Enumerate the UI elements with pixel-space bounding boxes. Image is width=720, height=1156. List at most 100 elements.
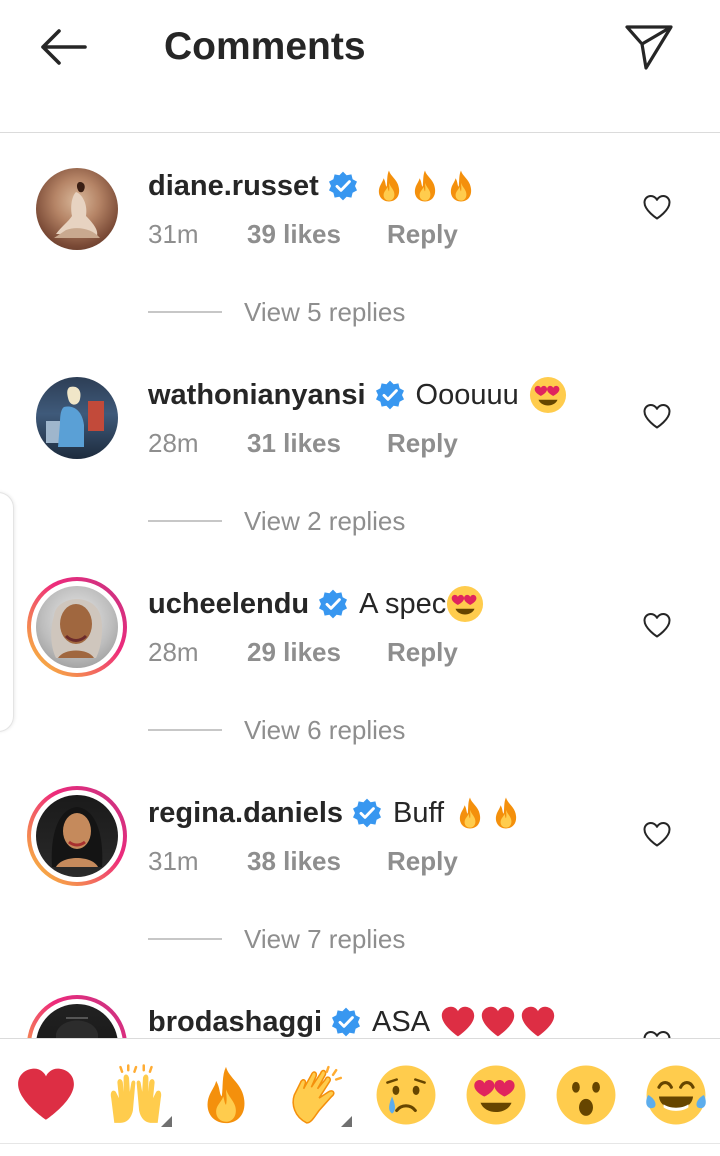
comment-item: diane.russet 31m 39 likes Reply View 5 r…	[0, 134, 720, 343]
clapping-hands-emoji-icon	[285, 1064, 347, 1126]
comment-likes-count[interactable]: 29 likes	[247, 637, 387, 668]
comment-item: regina.daniels Buff 31m 38 likes Reply V…	[0, 761, 720, 970]
heart-outline-icon	[642, 820, 672, 848]
reaction-heart-eyes[interactable]	[460, 1059, 532, 1131]
comment-item: wathonianyansi Ooouuu 28m 31 likes Reply…	[0, 343, 720, 552]
reaction-tears-of-joy[interactable]	[640, 1059, 712, 1131]
avatar	[36, 795, 118, 877]
view-replies-label: View 5 replies	[244, 296, 406, 327]
paper-plane-icon	[625, 25, 673, 70]
tears-of-joy-emoji-icon	[645, 1064, 707, 1126]
comment-timestamp: 28m	[148, 636, 199, 667]
reaction-clapping-hands[interactable]	[280, 1059, 352, 1131]
fire-emoji-icon	[490, 796, 522, 830]
comment-username[interactable]: brodashaggi	[148, 1006, 322, 1039]
replies-divider	[148, 729, 222, 731]
like-comment-button[interactable]	[640, 609, 674, 641]
header-bar: Comments	[0, 0, 720, 133]
skin-tone-indicator	[341, 1116, 352, 1127]
avatar	[36, 586, 118, 668]
reply-button[interactable]: Reply	[387, 219, 458, 250]
avatar-photo	[51, 807, 103, 867]
comment-username[interactable]: diane.russet	[148, 170, 319, 203]
heart-outline-icon	[642, 193, 672, 221]
raising-hands-emoji-icon	[105, 1064, 167, 1126]
avatar-photo	[51, 599, 103, 658]
like-comment-button[interactable]	[640, 818, 674, 850]
replies-divider	[148, 520, 222, 522]
fire-emoji-icon	[195, 1064, 257, 1126]
comment-likes-count[interactable]: 38 likes	[247, 846, 387, 877]
fire-emoji-icon	[454, 796, 486, 830]
like-comment-button[interactable]	[640, 1027, 674, 1038]
heart-outline-icon	[642, 611, 672, 639]
quick-reactions-bar	[0, 1038, 720, 1156]
comment-likes-count[interactable]: 39 likes	[247, 219, 387, 250]
comment-text: ASA	[372, 1005, 431, 1038]
comment-timestamp: 31m	[148, 845, 199, 876]
surprised-face-emoji-icon	[555, 1064, 617, 1126]
reply-button[interactable]: Reply	[387, 637, 458, 668]
reply-button[interactable]: Reply	[387, 846, 458, 877]
view-replies-link[interactable]: View 5 replies	[148, 292, 405, 332]
avatar-photo	[46, 386, 104, 447]
heart-outline-icon	[642, 1029, 672, 1038]
view-replies-link[interactable]: View 6 replies	[148, 710, 405, 750]
heart-eyes-emoji-icon	[465, 1064, 527, 1126]
red-heart-emoji-icon	[480, 1005, 516, 1038]
verified-badge-icon	[317, 588, 349, 620]
verified-badge-icon	[351, 797, 383, 829]
like-comment-button[interactable]	[640, 191, 674, 223]
avatar-story-ring[interactable]	[27, 995, 127, 1038]
replies-divider	[148, 311, 222, 313]
red-heart-emoji-icon	[15, 1064, 77, 1126]
page-title: Comments	[164, 25, 366, 68]
reaction-red-heart[interactable]	[10, 1059, 82, 1131]
comment-username[interactable]: ucheelendu	[148, 588, 309, 621]
verified-badge-icon	[374, 379, 406, 411]
reaction-raising-hands[interactable]	[100, 1059, 172, 1131]
arrow-left-icon	[41, 29, 87, 65]
view-replies-link[interactable]: View 7 replies	[148, 919, 405, 959]
comments-list[interactable]: diane.russet 31m 39 likes Reply View 5 r…	[0, 134, 720, 1038]
comment-username[interactable]: regina.daniels	[148, 797, 343, 830]
red-heart-emoji-icon	[440, 1005, 476, 1038]
avatar-photo	[56, 1017, 98, 1038]
direct-message-button[interactable]	[620, 20, 678, 74]
crying-face-emoji-icon	[375, 1064, 437, 1126]
heart-eyes-emoji-icon	[529, 376, 567, 414]
verified-badge-icon	[327, 170, 359, 202]
comment-item: brodashaggi ASA	[0, 970, 720, 1038]
bottom-divider	[0, 1143, 720, 1144]
comment-text: Ooouuu	[415, 378, 519, 411]
red-heart-emoji-icon	[520, 1005, 556, 1038]
avatar-photo	[54, 182, 100, 238]
verified-badge-icon	[330, 1006, 362, 1038]
reply-button[interactable]: Reply	[387, 428, 458, 459]
back-button[interactable]	[34, 22, 92, 72]
view-replies-link[interactable]: View 2 replies	[148, 501, 405, 541]
heart-eyes-emoji-icon	[446, 585, 484, 623]
avatar-story-ring[interactable]	[27, 577, 127, 677]
comment-item: ucheelendu A spec 28m 29 likes Reply Vie…	[0, 552, 720, 761]
like-comment-button[interactable]	[640, 400, 674, 432]
reaction-fire[interactable]	[190, 1059, 262, 1131]
comment-likes-count[interactable]: 31 likes	[247, 428, 387, 459]
fire-emoji-icon	[445, 169, 477, 203]
view-replies-label: View 2 replies	[244, 505, 406, 536]
view-replies-label: View 7 replies	[244, 923, 406, 954]
comment-text: A spec	[359, 587, 447, 620]
reaction-crying-face[interactable]	[370, 1059, 442, 1131]
avatar[interactable]	[36, 377, 118, 459]
fire-emoji-icon	[409, 169, 441, 203]
comment-text: Buff	[393, 796, 445, 829]
avatar	[36, 1004, 118, 1038]
replies-divider	[148, 938, 222, 940]
skin-tone-indicator	[161, 1116, 172, 1127]
reaction-surprised-face[interactable]	[550, 1059, 622, 1131]
avatar-story-ring[interactable]	[27, 786, 127, 886]
heart-outline-icon	[642, 402, 672, 430]
comment-timestamp: 31m	[148, 218, 199, 249]
avatar[interactable]	[36, 168, 118, 250]
comment-username[interactable]: wathonianyansi	[148, 379, 366, 412]
